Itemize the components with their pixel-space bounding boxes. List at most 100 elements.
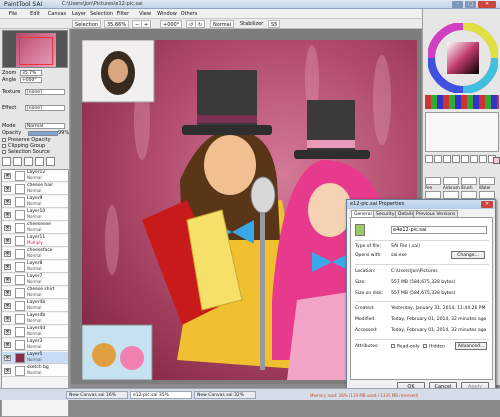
document-tab-active[interactable]: e12-pic.sai 35% (130, 391, 192, 399)
layer-item[interactable]: 👁 Layer4b Normal (2, 300, 68, 312)
layer-item[interactable]: 👁 cheeseface Normal (2, 248, 68, 260)
eraser-tool-icon[interactable] (443, 191, 459, 199)
layer-item[interactable]: 👁 Layer12 Normal (2, 170, 68, 182)
maximize-button[interactable]: □ (465, 1, 476, 8)
navigator-preview[interactable] (2, 30, 68, 68)
layer-item[interactable]: 👁 Layer9 Normal (2, 196, 68, 208)
minimize-button[interactable]: – (452, 1, 463, 8)
visibility-icon[interactable]: 👁 (4, 290, 11, 296)
layer-item[interactable]: 👁 cheese hair Normal (2, 183, 68, 195)
layer-mode-select[interactable]: Normal (25, 123, 65, 129)
layer-item[interactable]: 👁 cheesesee Normal (2, 222, 68, 234)
color-wheel[interactable] (428, 23, 498, 93)
menu-filter[interactable]: Filter (112, 11, 134, 17)
visibility-icon[interactable]: 👁 (4, 355, 11, 361)
nav-zoom-field[interactable]: 35.7% (20, 70, 42, 76)
select-tool-icon[interactable] (461, 191, 477, 199)
advanced-button[interactable]: Advanced... (455, 342, 487, 350)
angle-field[interactable]: +000° (160, 20, 183, 28)
readonly-checkbox[interactable]: Read-only (391, 344, 420, 350)
hand-tool-icon[interactable] (479, 155, 487, 163)
dialog-close-button[interactable]: ✕ (481, 201, 493, 208)
primary-color-swatch[interactable] (493, 157, 500, 164)
layer-item[interactable]: 👁 Layer7 Normal (2, 274, 68, 286)
visibility-icon[interactable]: 👁 (4, 264, 11, 270)
menu-selection[interactable]: Selection (90, 11, 113, 17)
zoom-in-button[interactable]: + (141, 20, 152, 28)
layer-buttons (2, 157, 68, 167)
menu-window[interactable]: Window (156, 11, 178, 17)
pen-tool-icon[interactable] (425, 177, 441, 185)
layer-item[interactable]: 👁 Layer11 Multiply (2, 235, 68, 247)
nav-angle-field[interactable]: +000° (20, 77, 42, 83)
layer-item[interactable]: 👁 Layer8 Normal (2, 261, 68, 273)
move-tool-icon[interactable] (452, 155, 460, 163)
merge-down-icon[interactable] (24, 157, 33, 166)
tab-general[interactable]: General (351, 210, 375, 217)
visibility-icon[interactable]: 👁 (4, 251, 11, 257)
visibility-icon[interactable]: 👁 (4, 238, 11, 244)
rotate-right-button[interactable]: ↻ (195, 20, 206, 28)
deselect-tool-icon[interactable] (479, 191, 495, 199)
layer-item[interactable]: 👁 sketch bg Normal (2, 365, 68, 377)
effect-select[interactable]: [none] (25, 105, 65, 111)
document-tab[interactable]: New Canvas.sai 16% (66, 391, 128, 399)
menu-edit[interactable]: Edit (24, 11, 46, 17)
close-button[interactable]: ✕ (478, 1, 496, 8)
blend-mode-select[interactable]: Normal (210, 20, 235, 28)
selection-source-checkbox[interactable]: Selection Source (2, 149, 50, 155)
layer-item[interactable]: 👁 Layer4d Normal (2, 326, 68, 338)
filename-field[interactable]: e4e12-pic.sai (391, 226, 487, 234)
lasso-tool-icon[interactable] (434, 155, 442, 163)
zoom-tool-icon[interactable] (461, 155, 469, 163)
visibility-icon[interactable]: 👁 (4, 212, 11, 218)
layer-item[interactable]: 👁 Layer10 Normal (2, 209, 68, 221)
visibility-icon[interactable]: 👁 (4, 303, 11, 309)
visibility-icon[interactable]: 👁 (4, 316, 11, 322)
menu-canvas[interactable]: Canvas (46, 11, 68, 17)
visibility-icon[interactable]: 👁 (4, 173, 11, 179)
layer-thumbnail (15, 353, 25, 363)
menu-layer[interactable]: Layer (68, 11, 90, 17)
menu-view[interactable]: View (134, 11, 156, 17)
stabilizer-select[interactable]: S5 (268, 20, 281, 28)
selection-toggle[interactable]: Selection (72, 20, 102, 28)
layer-item[interactable]: 👁 Layer4b Normal (2, 313, 68, 325)
swatch-grid[interactable] (425, 112, 499, 152)
visibility-icon[interactable]: 👁 (4, 329, 11, 335)
new-folder-icon[interactable] (13, 157, 22, 166)
marquee-tool-icon[interactable] (425, 155, 433, 163)
zoom-field[interactable]: 35.66% (104, 20, 130, 28)
opacity-slider[interactable] (28, 131, 58, 136)
rotate-tool-icon[interactable] (470, 155, 478, 163)
layer-item[interactable]: 👁 Layer3 Normal (2, 339, 68, 351)
layer-item[interactable]: 👁 Layer5 Normal (2, 352, 68, 364)
layer-thumbnail (15, 197, 25, 207)
navigator-viewport[interactable] (19, 37, 53, 65)
visibility-icon[interactable]: 👁 (4, 368, 11, 374)
visibility-icon[interactable]: 👁 (4, 186, 11, 192)
magic-wand-icon[interactable] (443, 155, 451, 163)
tab-security[interactable]: Security (373, 210, 398, 217)
marker-tool-icon[interactable] (425, 191, 441, 199)
visibility-icon[interactable]: 👁 (4, 342, 11, 348)
texture-select[interactable]: [none] (25, 89, 65, 95)
water-tool-icon[interactable] (479, 177, 495, 185)
hidden-checkbox[interactable]: Hidden (423, 344, 445, 350)
airbrush-tool-icon[interactable] (443, 177, 459, 185)
document-tab[interactable]: New Canvas.sai 32% (194, 391, 256, 399)
menu-file[interactable]: File (2, 11, 24, 17)
brush-tool-icon[interactable] (461, 177, 477, 185)
layer-item[interactable]: 👁 cheese shirt Normal (2, 287, 68, 299)
visibility-icon[interactable]: 👁 (4, 199, 11, 205)
rgb-sliders[interactable] (425, 95, 499, 109)
delete-layer-icon[interactable] (46, 157, 55, 166)
visibility-icon[interactable]: 👁 (4, 225, 11, 231)
menu-others[interactable]: Others (178, 11, 200, 17)
new-layer-icon[interactable] (2, 157, 11, 166)
change-button[interactable]: Change... (451, 251, 485, 259)
layer-thumbnail (15, 262, 25, 272)
clear-layer-icon[interactable] (35, 157, 44, 166)
tab-previous-versions[interactable]: Previous Versions (413, 210, 459, 217)
visibility-icon[interactable]: 👁 (4, 277, 11, 283)
